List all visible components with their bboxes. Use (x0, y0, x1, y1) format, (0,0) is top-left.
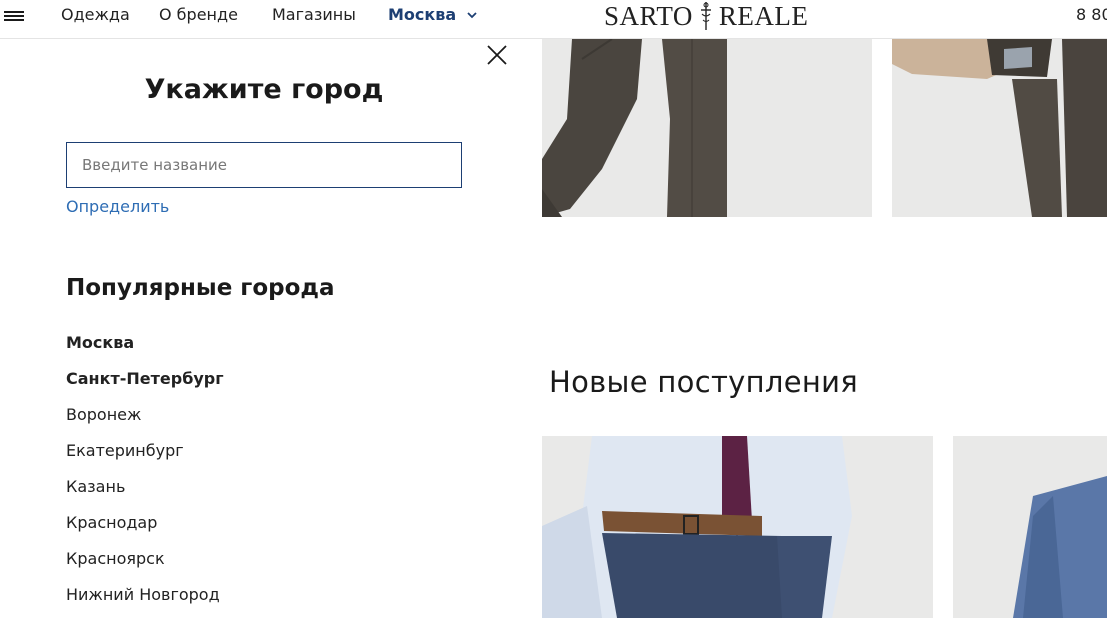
main-content: Новые поступления (530, 39, 1107, 618)
product-image[interactable] (542, 436, 933, 618)
city-item-moscow[interactable]: Москва (66, 331, 224, 367)
popular-cities-title: Популярные города (66, 275, 335, 301)
phone-number[interactable]: 8 80 (1076, 5, 1107, 25)
city-item-kazan[interactable]: Казань (66, 475, 224, 511)
panel-title: Укажите город (144, 74, 384, 105)
popular-cities-list: Москва Санкт-Петербург Воронеж Екатеринб… (66, 331, 224, 618)
city-selector[interactable]: Москва (388, 5, 478, 25)
city-search-input[interactable] (66, 142, 462, 188)
jacket-trousers-image (892, 39, 1107, 217)
city-item-nizhny-novgorod[interactable]: Нижний Новгород (66, 583, 224, 618)
site-header: Одежда О бренде Магазины Москва SARTO RE… (0, 0, 1107, 39)
city-item-voronezh[interactable]: Воронеж (66, 403, 224, 439)
new-arrivals-title: Новые поступления (549, 365, 858, 399)
shirt-tie-image (542, 436, 933, 618)
blue-jacket-image (953, 436, 1107, 618)
logo-text-right: REALE (718, 0, 809, 31)
product-image[interactable] (892, 39, 1107, 217)
city-select-panel: Укажите город Определить Популярные горо… (0, 39, 530, 618)
city-item-yekaterinburg[interactable]: Екатеринбург (66, 439, 224, 475)
brand-logo[interactable]: SARTO REALE (604, 0, 808, 32)
close-icon[interactable] (486, 44, 508, 66)
product-image[interactable] (953, 436, 1107, 618)
city-item-krasnodar[interactable]: Краснодар (66, 511, 224, 547)
nav-item-stores[interactable]: Магазины (272, 5, 356, 25)
hamburger-menu-icon[interactable] (4, 8, 24, 22)
logo-text-left: SARTO (604, 0, 693, 31)
nav-item-about-brand[interactable]: О бренде (159, 5, 238, 25)
nav-item-clothing[interactable]: Одежда (61, 5, 130, 25)
city-item-saint-petersburg[interactable]: Санкт-Петербург (66, 367, 224, 403)
trousers-image (542, 39, 872, 217)
detect-location-link[interactable]: Определить (66, 197, 169, 216)
product-image[interactable] (542, 39, 872, 217)
chevron-down-icon (467, 12, 477, 19)
sword-emblem-icon (700, 2, 711, 30)
city-selector-label: Москва (388, 5, 457, 24)
city-item-krasnoyarsk[interactable]: Красноярск (66, 547, 224, 583)
